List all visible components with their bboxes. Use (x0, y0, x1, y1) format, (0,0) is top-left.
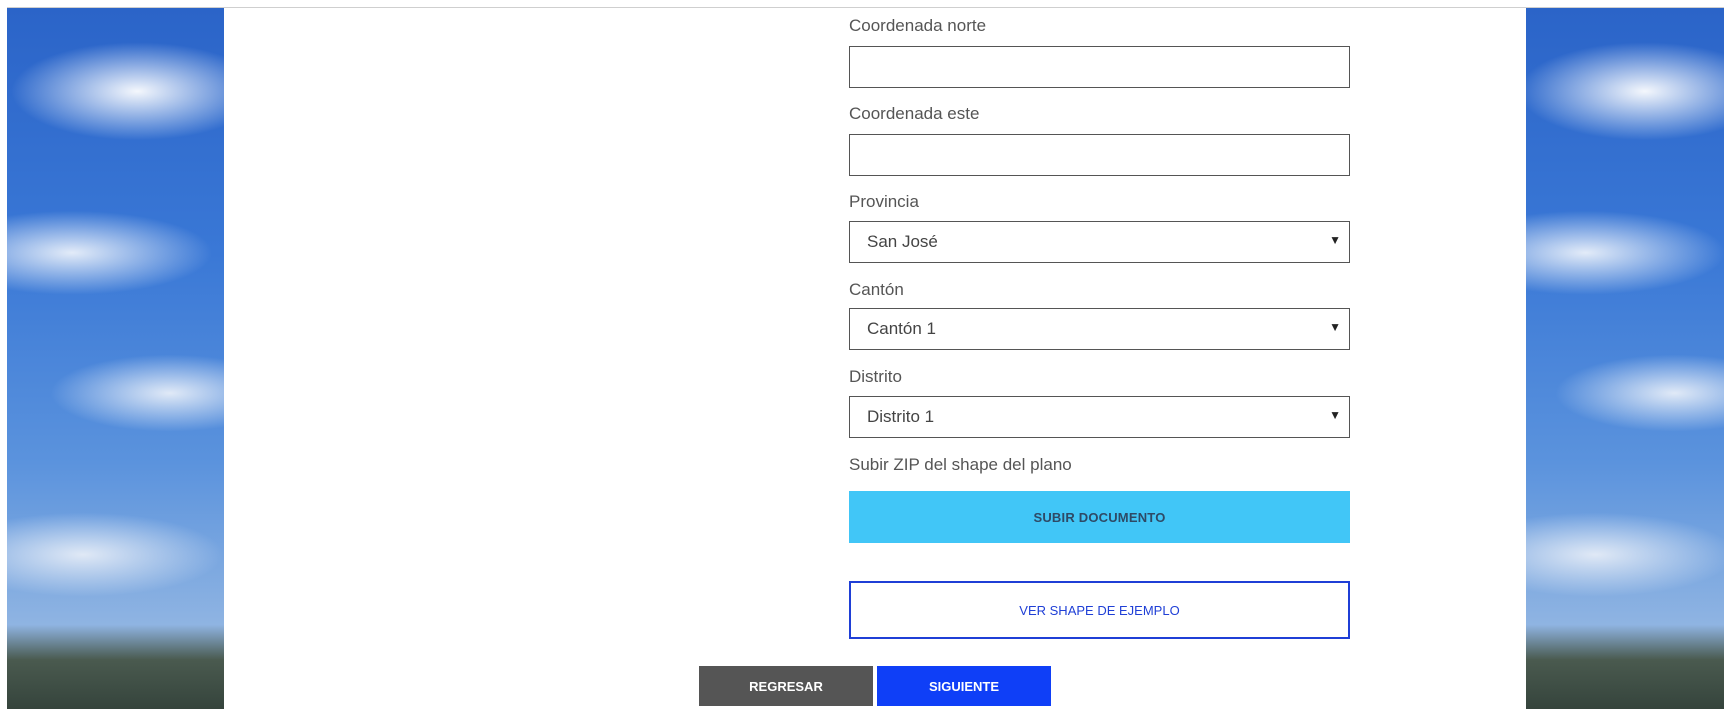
east-coordinate-label: Coordenada este (849, 104, 980, 123)
background-sky-right (1526, 7, 1724, 709)
upload-zip-label: Subir ZIP del shape del plano (849, 455, 1072, 474)
provincia-selected-value: San José (867, 232, 938, 251)
east-coordinate-input[interactable] (849, 134, 1350, 176)
provincia-select[interactable]: San José ▼ (849, 221, 1350, 263)
view-example-shape-button[interactable]: VER SHAPE DE EJEMPLO (849, 581, 1350, 639)
distrito-selected-value: Distrito 1 (867, 407, 935, 426)
back-button[interactable]: REGRESAR (699, 666, 873, 706)
canton-select[interactable]: Cantón 1 ▼ (849, 308, 1350, 350)
chevron-down-icon: ▼ (1329, 320, 1341, 334)
chevron-down-icon: ▼ (1329, 408, 1341, 422)
upload-document-button-label: SUBIR DOCUMENTO (1033, 509, 1166, 525)
background-sky-left (7, 7, 224, 709)
view-example-shape-button-label: VER SHAPE DE EJEMPLO (1019, 602, 1180, 618)
north-coordinate-input[interactable] (849, 46, 1350, 88)
next-button-label: SIGUIENTE (928, 678, 1000, 694)
chevron-down-icon: ▼ (1329, 233, 1341, 247)
upload-document-button[interactable]: SUBIR DOCUMENTO (849, 491, 1350, 543)
provincia-label: Provincia (849, 192, 919, 211)
next-button[interactable]: SIGUIENTE (877, 666, 1051, 706)
distrito-label: Distrito (849, 367, 902, 386)
north-coordinate-label: Coordenada norte (849, 16, 987, 35)
canton-label: Cantón (849, 280, 904, 299)
content-column: Coordenada norte Coordenada este Provinc… (224, 8, 1526, 709)
canton-selected-value: Cantón 1 (867, 319, 936, 338)
back-button-label: REGRESAR (749, 678, 823, 694)
distrito-select[interactable]: Distrito 1 ▼ (849, 396, 1350, 438)
